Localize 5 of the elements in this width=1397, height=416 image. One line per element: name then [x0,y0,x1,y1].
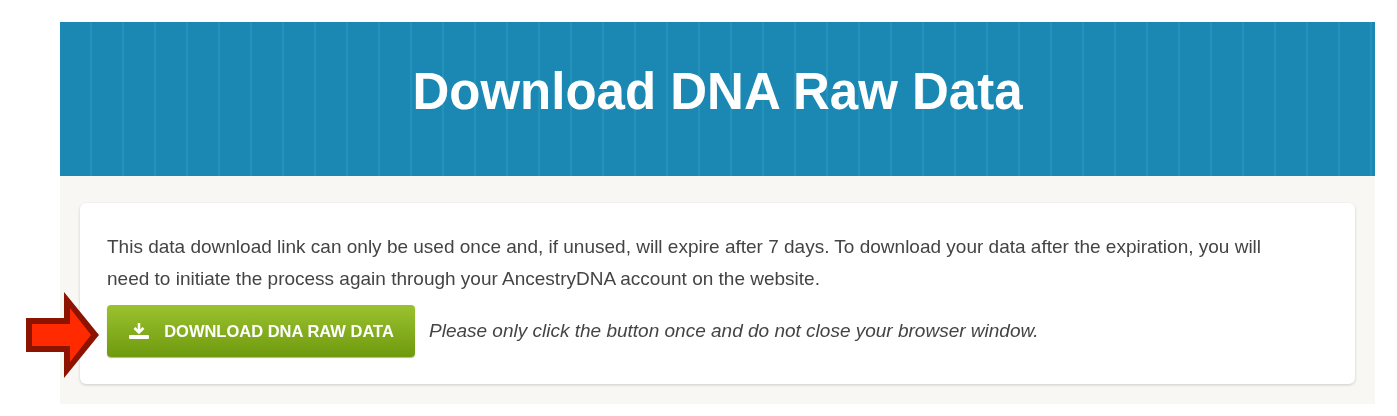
warning-note: Please only click the button once and do not close your browser window. [429,318,1039,343]
page-title: Download DNA Raw Data [412,61,1023,122]
download-icon [128,322,151,340]
download-button[interactable]: DOWNLOAD DNA RAW DATA [107,305,415,357]
info-message: This data download link can only be used once and, if unused, will expire after 7 days. To download your data after the expiration, you will need to initiate the process again through your AncestryDNA account on the website. [107,235,1263,291]
